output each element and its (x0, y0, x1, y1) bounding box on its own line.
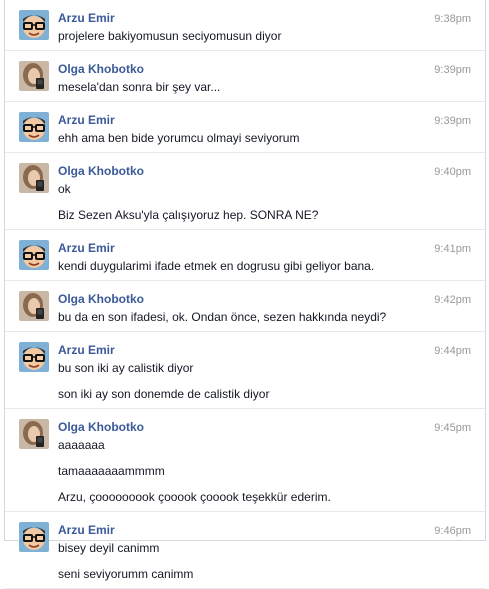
message-group: Arzu Emir 9:44pm bu son iki ay calistik di… (5, 332, 485, 409)
arzu-avatar[interactable] (19, 112, 49, 142)
olga-avatar[interactable] (19, 163, 49, 193)
message-group: Olga Khobotko 9:42pm bu da en son ifadesi,… (5, 281, 485, 332)
sender-name[interactable]: Olga Khobotko (58, 62, 485, 77)
sender-name[interactable]: Arzu Emir (58, 113, 485, 128)
arzu-avatar[interactable] (19, 10, 49, 40)
message-text: mesela'dan sonra bir şey var... (58, 80, 221, 94)
message-text: bu son iki ay calistik diyor (58, 361, 194, 375)
message-text: ehh ama ben bide yorumcu olmayi seviyoru… (58, 131, 300, 145)
message-timestamp: 9:40pm (434, 166, 471, 178)
message-text: tamaaaaaaammmm (58, 464, 165, 478)
message-timestamp: 9:38pm (434, 13, 471, 25)
olga-avatar[interactable] (19, 419, 49, 449)
message-text: son iki ay son donemde de calistik diyor (58, 387, 270, 401)
message-timestamp: 9:42pm (434, 294, 471, 306)
message-text: Biz Sezen Aksu'yla çalışıyoruz hep. SONR… (58, 208, 319, 222)
message-timestamp: 9:45pm (434, 422, 471, 434)
conversation-panel: Arzu Emir 9:38pm projelere bakiyomusun sec… (4, 0, 486, 589)
message-text: Arzu, çooooooook çooook çooook teşekkür … (58, 490, 331, 504)
message-text: aaaaaaa (58, 438, 105, 452)
sender-name[interactable]: Arzu Emir (58, 241, 485, 256)
message-timestamp: 9:46pm (434, 525, 471, 537)
message-group: Arzu Emir 9:41pm kendi duygularimi ifade e… (5, 230, 485, 281)
sender-name[interactable]: Olga Khobotko (58, 164, 485, 179)
sender-name[interactable]: Arzu Emir (58, 11, 485, 26)
message-timestamp: 9:39pm (434, 64, 471, 76)
message-group: Arzu Emir 9:39pm ehh ama ben bide yorumcu … (5, 102, 485, 153)
message-group: Arzu Emir 9:46pm bisey deyil canimm seni se… (5, 512, 485, 589)
message-group: Olga Khobotko 9:40pm ok Biz Sezen Aksu'yla … (5, 153, 485, 230)
message-text: bisey deyil canimm (58, 541, 160, 555)
message-timestamp: 9:41pm (434, 243, 471, 255)
message-text: projelere bakiyomusun seciyomusun diyor (58, 29, 282, 43)
message-text: ok (58, 182, 71, 196)
sender-name[interactable]: Olga Khobotko (58, 420, 485, 435)
olga-avatar[interactable] (19, 61, 49, 91)
message-group: Olga Khobotko 9:45pm aaaaaaa tamaaaaaaammmm… (5, 409, 485, 512)
message-timestamp: 9:44pm (434, 345, 471, 357)
arzu-avatar[interactable] (19, 240, 49, 270)
message-text: seni seviyorumm canimm (58, 567, 194, 581)
message-group: Arzu Emir 9:38pm projelere bakiyomusun sec… (5, 0, 485, 51)
message-text: bu da en son ifadesi, ok. Ondan önce, se… (58, 310, 387, 324)
sender-name[interactable]: Olga Khobotko (58, 292, 485, 307)
arzu-avatar[interactable] (19, 522, 49, 552)
message-text: kendi duygularimi ifade etmek en dogrusu… (58, 259, 375, 273)
olga-avatar[interactable] (19, 291, 49, 321)
message-group: Olga Khobotko 9:39pm mesela'dan sonra bir … (5, 51, 485, 102)
message-timestamp: 9:39pm (434, 115, 471, 127)
sender-name[interactable]: Arzu Emir (58, 523, 485, 538)
arzu-avatar[interactable] (19, 342, 49, 372)
sender-name[interactable]: Arzu Emir (58, 343, 485, 358)
